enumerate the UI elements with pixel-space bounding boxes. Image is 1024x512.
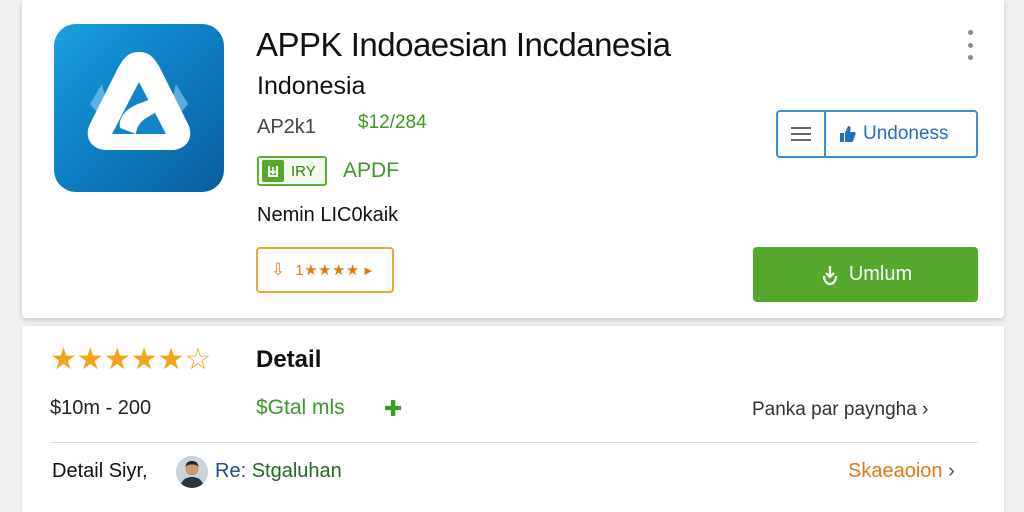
app-developer[interactable]: Nemin LIC0kaik (257, 204, 398, 227)
download-badge-icon (262, 160, 284, 182)
rating-chip[interactable]: ⇩ 1★★★★ ▸ (256, 247, 394, 293)
open-link[interactable]: Skaeaoion › (848, 460, 955, 483)
thumbs-up-icon (840, 126, 856, 142)
menu-icon[interactable] (778, 112, 826, 156)
star-outline-icon: ☆ (184, 343, 212, 376)
avatar[interactable] (176, 456, 208, 488)
install-button[interactable]: Umlum (753, 247, 978, 302)
download-icon (822, 265, 837, 285)
app-price: $12/284 (358, 112, 427, 133)
rating-chip-label: 1★★★★ ▸ (295, 262, 373, 279)
install-label: Umlum (848, 263, 913, 285)
plus-icon[interactable]: ✚ (384, 396, 402, 422)
more-options-icon[interactable] (960, 30, 980, 60)
reviewer-text[interactable]: Re: Stgaluhan (215, 460, 342, 483)
star-rating: ★★★★★☆ (50, 343, 212, 376)
chevron-right-icon: › (922, 399, 929, 420)
total-label[interactable]: $Gtal mls (256, 396, 345, 420)
tag-label: IRY (291, 162, 316, 180)
app-title: APPK Indoaesian Incdanesia (256, 26, 671, 63)
app-subtitle: Indonesia (257, 72, 366, 100)
app-tag-badge: IRY (257, 156, 327, 186)
download-arrow-icon: ⇩ (271, 260, 286, 279)
language-select[interactable]: Undoness (826, 112, 976, 156)
language-button[interactable]: Undoness (776, 110, 978, 158)
chevron-right-icon: › (948, 460, 955, 482)
permissions-link[interactable]: Panka par payngha › (752, 399, 928, 421)
app-version: AP2k1 (257, 116, 316, 138)
size-range: $10m - 200 (50, 397, 152, 419)
store-label: Detail Siyr, (52, 460, 148, 482)
app-icon[interactable] (54, 24, 224, 192)
app-category[interactable]: APDF (343, 159, 399, 183)
detail-heading: Detail (256, 346, 322, 373)
language-label: Undoness (863, 123, 949, 144)
divider (50, 442, 978, 443)
